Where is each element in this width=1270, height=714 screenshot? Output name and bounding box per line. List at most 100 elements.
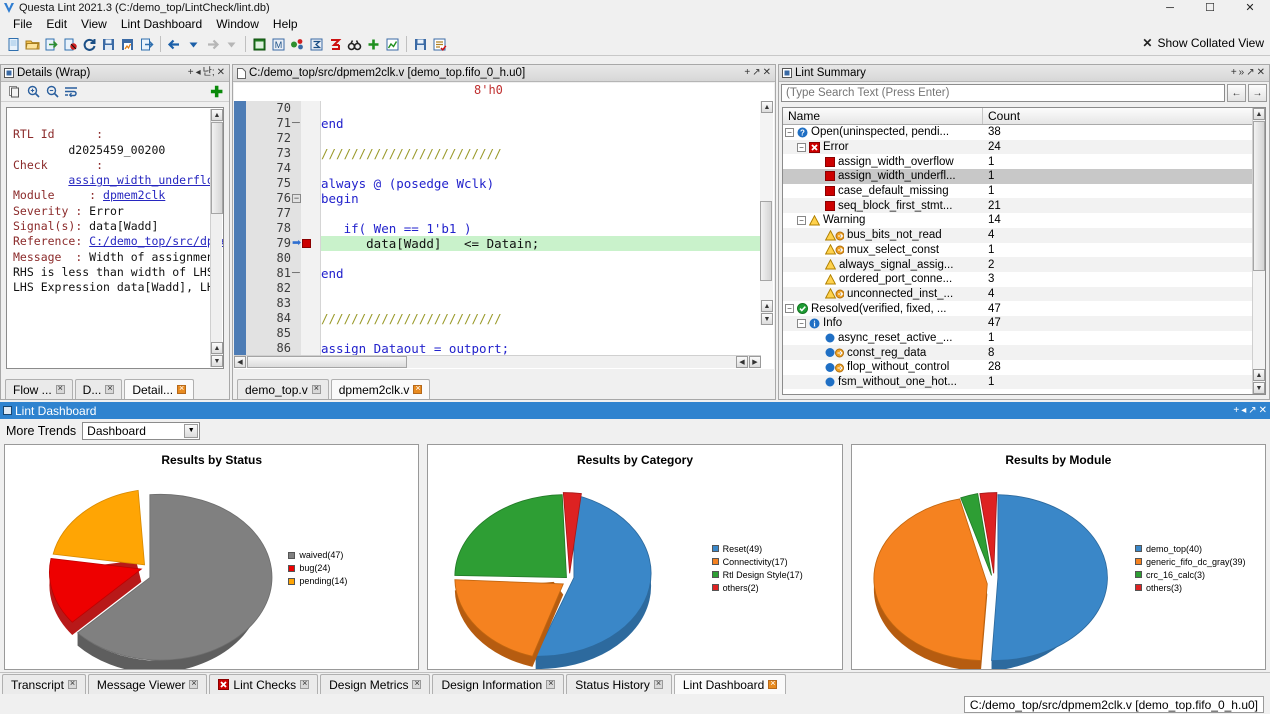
details-scrollbar[interactable]: ▲ ▲ ▼: [210, 109, 223, 367]
bottom-tab-close-icon[interactable]: [300, 678, 310, 689]
scroll-up-icon[interactable]: ▲: [761, 101, 773, 113]
reload-icon[interactable]: [326, 35, 344, 53]
bottom-tab-close-icon[interactable]: [67, 678, 77, 689]
code-line[interactable]: 83: [234, 296, 761, 311]
refresh-icon[interactable]: [80, 35, 98, 53]
scroll-down-arrow-upper[interactable]: ▲: [211, 342, 223, 354]
panel-close-icon[interactable]: ✕: [1259, 405, 1267, 416]
detail-value-module[interactable]: dpmem2clk: [103, 188, 165, 202]
scroll-down-icon[interactable]: ▼: [1253, 382, 1265, 394]
dashboard-select[interactable]: Dashboard ▼: [82, 421, 201, 440]
search-input[interactable]: [781, 84, 1225, 102]
summary-row[interactable]: ordered_port_conne... 3: [783, 272, 1265, 287]
details-scroll-thumb[interactable]: [211, 122, 223, 214]
export-icon[interactable]: [137, 35, 155, 53]
code-line[interactable]: 74: [234, 161, 761, 176]
tab-details-close-icon[interactable]: [177, 383, 187, 394]
summary-row[interactable]: flop_without_control 28: [783, 360, 1265, 375]
tab-dpmem2clk-v[interactable]: dpmem2clk.v: [330, 379, 431, 399]
maximize-button[interactable]: ☐: [1190, 0, 1230, 15]
scroll-down-icon[interactable]: ▼: [211, 355, 223, 367]
bottom-tab-close-icon[interactable]: [412, 678, 422, 689]
source-code-area[interactable]: 8'h0 70 71 ─ end 72 73////////////////////…: [234, 83, 774, 369]
summary-row[interactable]: −? Open(uninspected, pendi... 38: [783, 125, 1265, 140]
close-button[interactable]: ✕: [1230, 0, 1270, 15]
grid-vertical-scrollbar[interactable]: ▲ ▲ ▼: [1252, 108, 1265, 394]
grid-scroll-thumb[interactable]: [1253, 121, 1265, 271]
code-line[interactable]: 75 always @ (posedge Wclk): [234, 176, 761, 191]
bug-icon[interactable]: [61, 35, 79, 53]
bottom-tab-design-metrics[interactable]: Design Metrics: [320, 674, 431, 694]
code-line[interactable]: 76− begin: [234, 191, 761, 206]
code-line[interactable]: 78 if( Wen == 1'b1 ): [234, 221, 761, 236]
undock-icon[interactable]: 난;: [203, 68, 215, 78]
source-scroll-thumb[interactable]: [760, 201, 772, 281]
message-viewer-icon[interactable]: M: [269, 35, 287, 53]
legend-item[interactable]: demo_top(40): [1134, 544, 1261, 554]
add-panel-icon[interactable]: +: [1231, 68, 1237, 78]
search-prev-button[interactable]: ←: [1227, 84, 1246, 102]
code-line[interactable]: 81 ─ end: [234, 266, 761, 281]
legend-item[interactable]: bug(24): [288, 563, 414, 573]
import-icon[interactable]: [42, 35, 60, 53]
summary-row[interactable]: seq_block_first_stmt... 21: [783, 198, 1265, 214]
summary-row[interactable]: − i Info 47: [783, 315, 1265, 331]
checklist-icon[interactable]: [430, 35, 448, 53]
tree-twisty[interactable]: −: [797, 142, 806, 152]
save-icon[interactable]: [99, 35, 117, 53]
menu-lint-dashboard[interactable]: Lint Dashboard: [114, 16, 209, 32]
tab-dpmem2clk-v-close-icon[interactable]: [413, 383, 423, 394]
summary-row[interactable]: const_reg_data 8: [783, 345, 1265, 360]
legend-item[interactable]: Rtl Design Style(17): [711, 570, 838, 580]
scroll-left-icon-right[interactable]: ◀: [736, 356, 748, 368]
source-code-lines[interactable]: 70 71 ─ end 72 73//////////////////////// …: [234, 101, 761, 356]
summary-row[interactable]: case_default_missing 1: [783, 184, 1265, 199]
bottom-tab-lint-checks[interactable]: Lint Checks: [209, 674, 319, 694]
summary-row[interactable]: always_signal_assig... 2: [783, 257, 1265, 272]
new-file-icon[interactable]: [4, 35, 22, 53]
forward-arrow-icon[interactable]: [203, 35, 221, 53]
legend-item[interactable]: others(3): [1134, 583, 1261, 593]
bottom-tab-lint-dashboard[interactable]: Lint Dashboard: [673, 674, 787, 694]
tab-d[interactable]: D...: [74, 379, 123, 399]
legend-item[interactable]: waived(47): [288, 550, 414, 560]
detail-value-reference[interactable]: C:/demo_top/src/dpmem2clk.v,79: [89, 234, 223, 248]
legend-item[interactable]: Reset(49): [711, 544, 838, 554]
tab-demo-top-v-close-icon[interactable]: [311, 383, 321, 394]
tab-demo-top-v[interactable]: demo_top.v: [237, 379, 329, 399]
add-panel-icon[interactable]: +: [744, 68, 750, 78]
code-line[interactable]: 73////////////////////////: [234, 146, 761, 161]
zoom-out-icon[interactable]: [43, 83, 61, 101]
tab-flow[interactable]: Flow ...: [5, 379, 73, 399]
code-line[interactable]: 77: [234, 206, 761, 221]
summary-row[interactable]: assign_width_underfl... 1: [783, 169, 1265, 184]
legend-item[interactable]: others(2): [711, 583, 838, 593]
add-details-icon[interactable]: ✚: [210, 83, 223, 101]
green-window-icon[interactable]: [250, 35, 268, 53]
lint-summary-grid[interactable]: Name Count −? Open(uninspected, pendi... 3…: [782, 107, 1266, 395]
undock-icon[interactable]: ↗: [1246, 68, 1254, 78]
summary-row[interactable]: assign_width_overflow 1: [783, 154, 1265, 169]
panel-close-icon[interactable]: ✕: [1257, 68, 1265, 78]
code-line[interactable]: 80: [234, 251, 761, 266]
bottom-tab-message-viewer[interactable]: Message Viewer: [87, 674, 208, 694]
code-line[interactable]: 82: [234, 281, 761, 296]
save-db-icon[interactable]: [411, 35, 429, 53]
forward-dropdown-icon[interactable]: [222, 35, 240, 53]
summary-row[interactable]: mux_select_const 1: [783, 243, 1265, 258]
chevron-down-icon[interactable]: ▼: [184, 423, 199, 438]
tab-flow-close-icon[interactable]: [55, 383, 65, 394]
tree-twisty[interactable]: −: [797, 215, 806, 225]
code-line[interactable]: 85: [234, 326, 761, 341]
zoom-in-icon[interactable]: [24, 83, 42, 101]
minimize-button[interactable]: ─: [1150, 0, 1190, 15]
scroll-up-icon[interactable]: ▲: [211, 109, 223, 121]
summary-row[interactable]: async_reset_active_... 1: [783, 331, 1265, 346]
summary-row[interactable]: − Warning 14: [783, 213, 1265, 228]
open-folder-icon[interactable]: [23, 35, 41, 53]
column-count[interactable]: Count: [983, 108, 1265, 124]
code-line-error[interactable]: 79 ➡ data[Wadd] <= Datain;: [234, 236, 761, 251]
bottom-tab-design-information[interactable]: Design Information: [432, 674, 565, 694]
binoculars-icon[interactable]: [345, 35, 363, 53]
tab-details[interactable]: Detail...: [124, 379, 195, 399]
